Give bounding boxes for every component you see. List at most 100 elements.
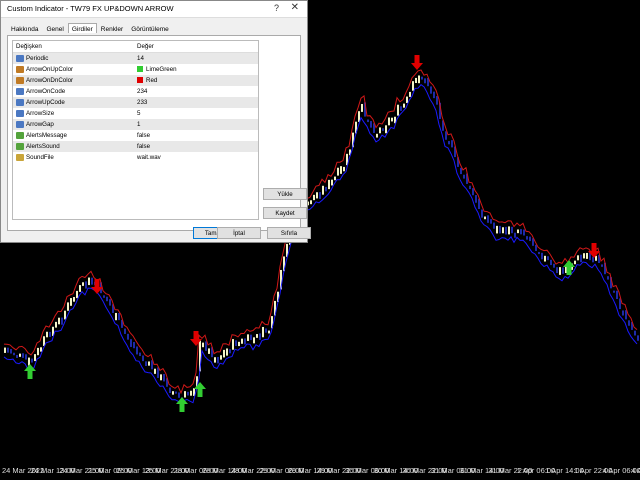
candle bbox=[163, 373, 165, 382]
candle bbox=[205, 341, 207, 351]
input-name: AlertsMessage bbox=[26, 132, 67, 139]
candle bbox=[187, 391, 189, 396]
candle bbox=[322, 185, 324, 195]
candle bbox=[406, 96, 408, 103]
candle bbox=[577, 255, 579, 261]
input-row[interactable]: AlertsMessage false bbox=[13, 130, 258, 141]
candle bbox=[385, 125, 387, 134]
input-value[interactable]: 233 bbox=[137, 99, 147, 106]
candle bbox=[7, 347, 9, 353]
dialog-tabs: Hakkında Genel Girdiler Renkler Görüntüleme bbox=[7, 23, 173, 35]
candle bbox=[547, 256, 549, 261]
candle bbox=[469, 185, 471, 190]
candle bbox=[556, 267, 558, 274]
candle bbox=[388, 117, 390, 126]
candle bbox=[334, 176, 336, 181]
input-row[interactable]: AlertsSound false bbox=[13, 141, 258, 152]
dialog-title: Custom Indicator - TW79 FX UP&DOWN ARROW bbox=[7, 4, 174, 13]
candle bbox=[325, 186, 327, 192]
candle bbox=[43, 336, 45, 346]
candle bbox=[247, 334, 249, 341]
color-swatch bbox=[137, 66, 143, 72]
candle bbox=[19, 353, 21, 357]
num-type-icon bbox=[16, 110, 24, 117]
candle bbox=[133, 342, 135, 349]
tab-2[interactable]: Girdiler bbox=[67, 23, 97, 33]
input-value[interactable]: 14 bbox=[137, 55, 144, 62]
cancel-button[interactable]: İptal bbox=[217, 227, 261, 239]
tab-1[interactable]: Genel bbox=[42, 23, 67, 33]
input-value[interactable]: wait.wav bbox=[137, 154, 161, 161]
candle bbox=[430, 86, 432, 94]
candle bbox=[562, 267, 564, 274]
candle bbox=[184, 391, 186, 398]
candle bbox=[217, 356, 219, 364]
input-value[interactable]: false bbox=[137, 143, 150, 150]
candle bbox=[538, 251, 540, 255]
candle bbox=[4, 347, 6, 353]
candle bbox=[520, 229, 522, 235]
tab-0[interactable]: Hakkında bbox=[7, 23, 42, 33]
input-row[interactable]: ArrowSize 5 bbox=[13, 108, 258, 119]
candle bbox=[79, 285, 81, 292]
buy-arrow-icon bbox=[563, 260, 575, 275]
input-value[interactable]: 5 bbox=[137, 110, 140, 117]
candle bbox=[472, 188, 474, 196]
input-value[interactable]: LimeGreen bbox=[137, 66, 177, 73]
candle bbox=[463, 174, 465, 179]
input-value[interactable]: Red bbox=[137, 77, 157, 84]
tab-3[interactable]: Renkler bbox=[97, 23, 127, 33]
candle bbox=[139, 352, 141, 357]
candle bbox=[421, 76, 423, 80]
input-name: AlertsSound bbox=[26, 143, 60, 150]
candle bbox=[451, 140, 453, 148]
input-value[interactable]: false bbox=[137, 132, 150, 139]
candle bbox=[460, 167, 462, 175]
candle bbox=[313, 194, 315, 201]
candle bbox=[319, 192, 321, 199]
candle bbox=[595, 255, 597, 261]
input-row[interactable]: ArrowOnDnColor Red bbox=[13, 75, 258, 86]
candle bbox=[88, 277, 90, 286]
candle bbox=[517, 229, 519, 234]
input-row[interactable]: Periodic 14 bbox=[13, 53, 258, 64]
input-row[interactable]: ArrowOnUpColor LimeGreen bbox=[13, 64, 258, 75]
save-button[interactable]: Kaydet bbox=[263, 207, 307, 219]
candle bbox=[403, 103, 405, 108]
candle bbox=[634, 330, 636, 336]
load-button[interactable]: Yükle bbox=[263, 188, 307, 200]
candle bbox=[580, 254, 582, 263]
candle bbox=[13, 352, 15, 356]
candle bbox=[145, 361, 147, 367]
candle bbox=[208, 348, 210, 354]
candle bbox=[82, 282, 84, 286]
candle bbox=[223, 349, 225, 358]
close-icon[interactable]: ✕ bbox=[291, 2, 299, 13]
input-name: ArrowUpCode bbox=[26, 99, 65, 106]
reset-button[interactable]: Sıfırla bbox=[267, 227, 311, 239]
candle bbox=[61, 317, 63, 325]
candle bbox=[91, 277, 93, 285]
candle bbox=[433, 91, 435, 99]
candle bbox=[73, 297, 75, 302]
help-icon[interactable]: ? bbox=[274, 3, 279, 13]
input-value[interactable]: 234 bbox=[137, 88, 147, 95]
candle bbox=[85, 281, 87, 289]
input-row[interactable]: SoundFile wait.wav bbox=[13, 152, 258, 163]
tab-4[interactable]: Görüntüleme bbox=[127, 23, 173, 33]
time-axis: 24 Mar 2022 24 Mar 13:00 24 Mar 21:00 25 Ma… bbox=[0, 463, 640, 480]
candle bbox=[28, 357, 30, 366]
candle bbox=[361, 103, 363, 112]
num-type-icon bbox=[16, 99, 24, 106]
input-row[interactable]: ArrowUpCode 233 bbox=[13, 97, 258, 108]
custom-indicator-dialog: Custom Indicator - TW79 FX UP&DOWN ARROW… bbox=[0, 0, 311, 243]
candle bbox=[550, 259, 552, 266]
clr-type-icon bbox=[16, 77, 24, 84]
inputs-panel: Değişken Değer Periodic 14 ArrowOnUpColor L… bbox=[7, 35, 307, 231]
num-type-icon bbox=[16, 55, 24, 62]
candle bbox=[370, 121, 372, 128]
input-value[interactable]: 1 bbox=[137, 121, 140, 128]
candle bbox=[34, 354, 36, 362]
input-row[interactable]: ArrowGap 1 bbox=[13, 119, 258, 130]
input-row[interactable]: ArrowOnCode 234 bbox=[13, 86, 258, 97]
